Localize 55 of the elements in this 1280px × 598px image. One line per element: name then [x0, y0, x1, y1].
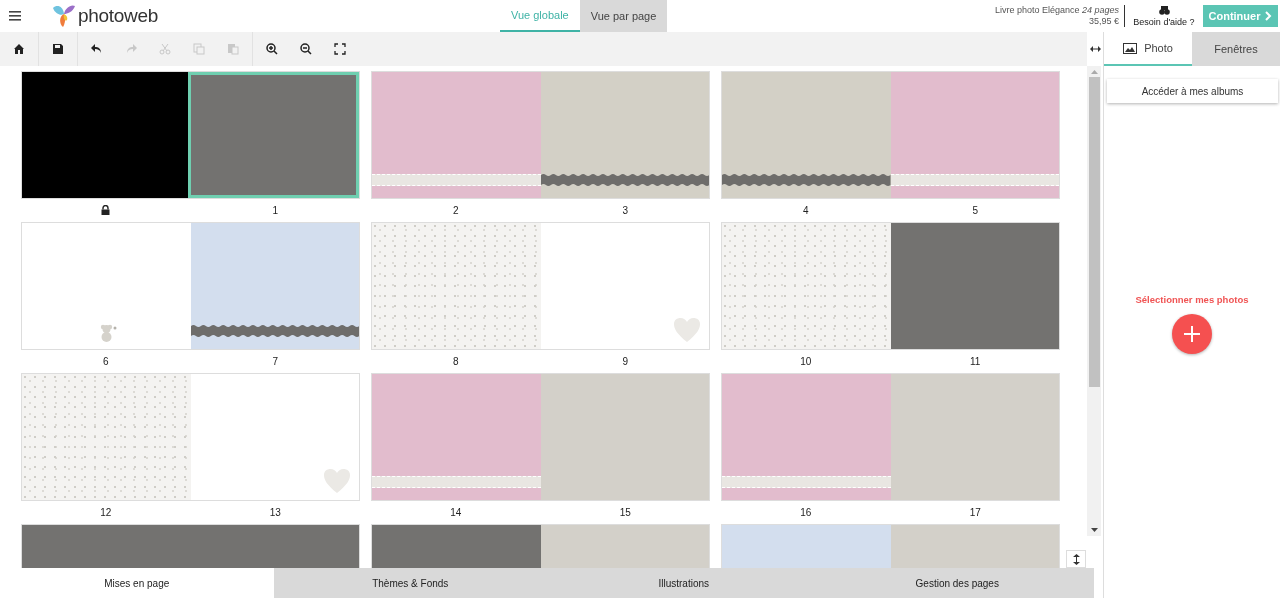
horizontal-arrows-icon[interactable] — [1089, 46, 1101, 52]
product-price: 35,95 € — [1088, 16, 1119, 27]
menu-icon[interactable] — [9, 11, 21, 21]
undo-arrow-icon — [91, 43, 103, 55]
page-number: 9 — [622, 355, 629, 367]
page-number: 4 — [802, 204, 809, 216]
product-name: Livre photo Elégance 24 pages — [994, 5, 1119, 16]
album-page[interactable] — [190, 223, 359, 349]
page-number: 6 — [102, 355, 109, 367]
butterfly-logo-icon — [51, 4, 77, 28]
bottom-tab[interactable]: Gestion des pages — [820, 568, 1094, 598]
album-page[interactable] — [722, 72, 891, 198]
page-number: 13 — [269, 506, 281, 518]
page-number: 1 — [272, 204, 279, 216]
page-number: 15 — [619, 506, 631, 518]
view-tab[interactable]: Vue par page — [579, 0, 668, 32]
page-number: 7 — [272, 355, 279, 367]
scroll-up-icon[interactable] — [1090, 70, 1098, 74]
album-page[interactable] — [540, 72, 709, 198]
page-number: 3 — [622, 204, 629, 216]
zoom-in-icon — [266, 43, 278, 55]
zoom-out-icon — [300, 43, 312, 55]
bottom-tab[interactable]: Illustrations — [547, 568, 821, 598]
scroll-down-icon[interactable] — [1090, 528, 1098, 532]
page-number: 17 — [969, 506, 981, 518]
page-number: 12 — [100, 506, 112, 518]
fullscreen-icon — [334, 43, 346, 55]
plus-icon — [1184, 326, 1200, 342]
album-page[interactable] — [187, 72, 359, 198]
resize-handle[interactable] — [1066, 550, 1086, 568]
image-icon — [1123, 42, 1138, 54]
panel-tab[interactable]: Fenêtres — [1192, 32, 1280, 66]
vertical-arrows-icon — [1072, 553, 1080, 565]
page-number: 11 — [970, 355, 981, 367]
bottom-tab[interactable]: Thèmes & Fonds — [273, 568, 547, 598]
select-photos-label: Sélectionner mes photos — [1135, 294, 1249, 305]
page-number: 5 — [972, 204, 979, 216]
help-link[interactable]: Besoin d'aide ? — [1133, 16, 1195, 27]
albums-button[interactable]: Accéder à mes albums — [1107, 79, 1278, 103]
chevron-icon — [1265, 11, 1273, 21]
home-icon — [13, 43, 25, 55]
copy-icon — [193, 43, 205, 55]
page-number: 10 — [800, 355, 812, 367]
page-number: 14 — [450, 506, 462, 518]
scrollbar-thumb[interactable] — [1088, 77, 1100, 387]
paste-icon — [227, 43, 239, 55]
binoculars-icon — [1158, 5, 1170, 15]
logo-text: photoweb — [78, 5, 158, 27]
add-photos-button[interactable] — [1172, 314, 1212, 354]
page-number: 2 — [452, 204, 459, 216]
redo-arrow-icon — [125, 43, 137, 55]
page-number: 16 — [800, 506, 812, 518]
scrollbar[interactable] — [1087, 66, 1101, 536]
scissors-icon — [159, 43, 171, 55]
page-number: 8 — [452, 355, 459, 367]
